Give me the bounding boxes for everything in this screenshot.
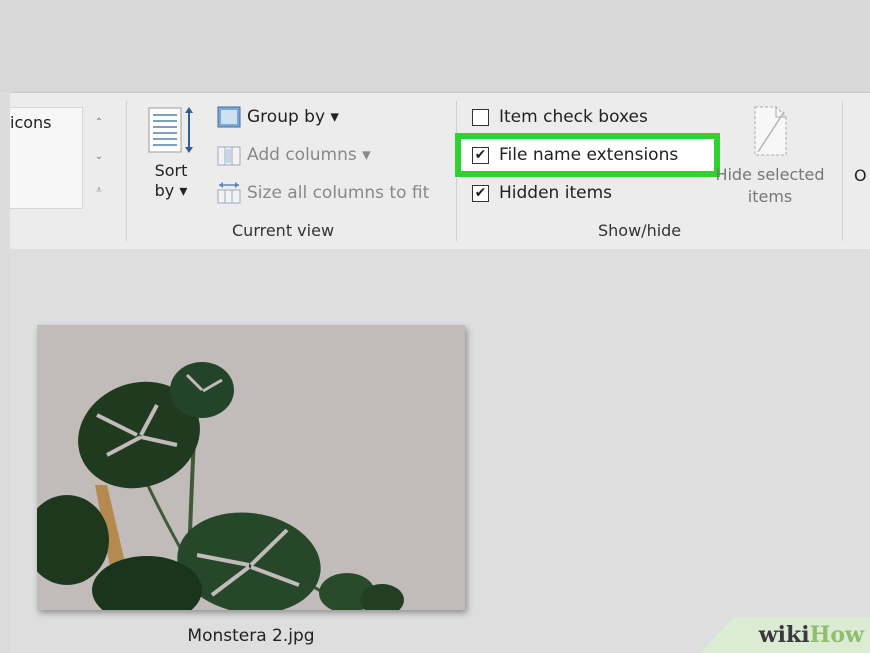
file-name-extensions-label: File name extensions (499, 145, 679, 165)
sort-by-dropdown-label: by ▾ (154, 181, 188, 200)
size-columns-icon (217, 182, 241, 204)
item-check-boxes-label: Item check boxes (499, 107, 648, 127)
size-all-columns-button[interactable]: Size all columns to fit (216, 178, 429, 208)
ribbon-divider (842, 101, 843, 241)
hidden-items-option[interactable]: ✔ Hidden items (472, 179, 612, 207)
file-name-extensions-checkbox[interactable]: ✔ (472, 146, 489, 164)
add-columns-button[interactable]: Add columns ▾ (216, 140, 371, 170)
add-columns-icon (217, 146, 241, 166)
hide-selected-label-line2: items (747, 187, 793, 206)
group-by-button[interactable]: Group by ▾ (216, 102, 339, 132)
group-by-label: Group by ▾ (247, 107, 339, 127)
more-icon: ⩡ (96, 184, 102, 196)
hidden-items-label: Hidden items (499, 183, 612, 203)
gallery-more-button[interactable]: ⩡ (88, 175, 110, 205)
view-ribbon: icons ⌃ ⌄ ⩡ Sort by ▾ Group by ▾ Add col… (10, 92, 870, 250)
title-bar-area (0, 0, 870, 92)
hidden-items-checkbox[interactable]: ✔ (472, 184, 489, 202)
ribbon-divider (126, 101, 127, 241)
sort-by-button[interactable]: Sort by ▾ (146, 105, 196, 201)
watermark-wiki: wiki (758, 622, 810, 648)
item-check-boxes-option[interactable]: Item check boxes (472, 103, 648, 131)
sort-by-icon (148, 107, 193, 153)
add-columns-label: Add columns ▾ (247, 145, 371, 165)
file-name-label[interactable]: Monstera 2.jpg (37, 626, 465, 646)
monstera-plant-image (37, 325, 465, 610)
checkmark-icon: ✔ (474, 185, 487, 201)
gallery-scroll-down-button[interactable]: ⌄ (88, 141, 110, 171)
item-check-boxes-checkbox[interactable] (472, 108, 489, 126)
size-all-columns-label: Size all columns to fit (247, 183, 430, 203)
checkmark-icon: ✔ (474, 147, 487, 163)
sort-by-label: Sort (154, 161, 188, 180)
gallery-scroll-up-button[interactable]: ⌃ (88, 107, 110, 137)
chevron-down-icon: ⌄ (94, 150, 104, 162)
chevron-up-icon: ⌃ (94, 116, 104, 128)
hide-document-icon (754, 106, 787, 156)
watermark-how: How (809, 622, 864, 648)
hide-selected-label-line1: Hide selected (715, 165, 825, 184)
group-by-icon (217, 106, 241, 128)
layout-option-icons[interactable]: icons (10, 113, 52, 132)
file-name-extensions-option[interactable]: ✔ File name extensions (472, 141, 678, 169)
options-button-partial[interactable]: O (854, 166, 867, 185)
show-hide-group-label: Show/hide (598, 221, 682, 240)
file-thumbnail-monstera[interactable] (37, 325, 465, 610)
current-view-group-label: Current view (232, 221, 335, 240)
hide-selected-items-button[interactable]: Hide selected items (705, 104, 835, 208)
layout-gallery[interactable]: icons (10, 107, 83, 209)
